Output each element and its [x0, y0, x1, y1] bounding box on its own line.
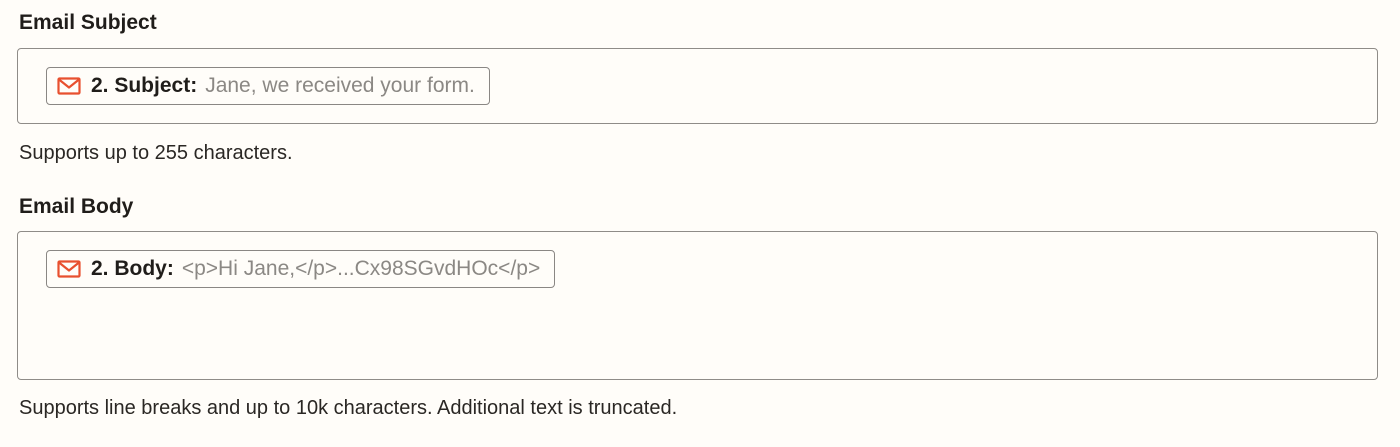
body-token-pill[interactable]: 2. Body: <p>Hi Jane,</p>...Cx98SGvdHOc</…: [46, 250, 556, 288]
mail-icon: [57, 77, 81, 95]
mail-icon: [57, 260, 81, 278]
subject-token-value: Jane, we received your form.: [205, 74, 475, 97]
body-token-value: <p>Hi Jane,</p>...Cx98SGvdHOc</p>: [181, 257, 541, 280]
email-form: Email Subject 2. Subject: Jane, we recei…: [0, 0, 1400, 447]
email-body-label: Email Body: [19, 195, 134, 218]
subject-token-key: 2. Subject:: [91, 74, 198, 97]
subject-token-pill[interactable]: 2. Subject: Jane, we received your form.: [46, 67, 490, 105]
body-token-key: 2. Body:: [91, 257, 174, 280]
email-body-help: Supports line breaks and up to 10k chara…: [19, 397, 678, 419]
email-subject-help: Supports up to 255 characters.: [19, 142, 293, 164]
email-subject-input[interactable]: 2. Subject: Jane, we received your form.: [17, 48, 1378, 124]
email-subject-label: Email Subject: [19, 11, 157, 34]
email-body-input[interactable]: 2. Body: <p>Hi Jane,</p>...Cx98SGvdHOc</…: [17, 231, 1378, 380]
